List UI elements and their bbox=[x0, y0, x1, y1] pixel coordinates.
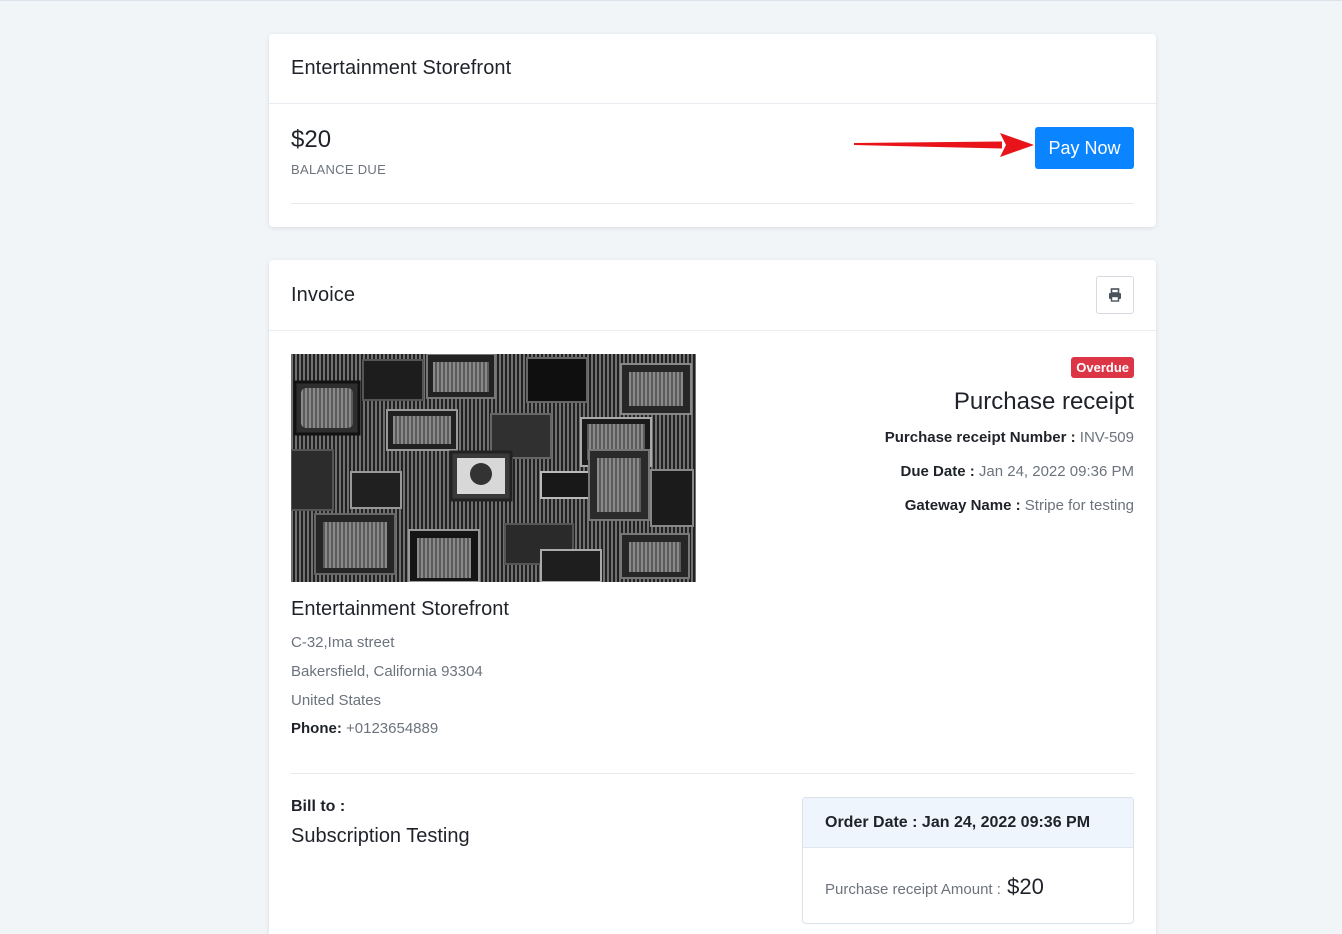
due-date-label: Due Date : bbox=[900, 463, 975, 480]
order-summary-box: Order Date : Jan 24, 2022 09:36 PM Purch… bbox=[802, 797, 1134, 924]
store-title: Entertainment Storefront bbox=[291, 57, 512, 79]
balance-card: Entertainment Storefront $20 BALANCE DUE… bbox=[269, 34, 1156, 227]
store-cover-image bbox=[291, 354, 696, 582]
receipt-title: Purchase receipt bbox=[953, 388, 1134, 415]
store-name: Entertainment Storefront bbox=[291, 598, 509, 620]
address-line-1: C-32,Ima street bbox=[291, 634, 395, 651]
printer-icon bbox=[1109, 288, 1121, 302]
overdue-status-badge: Overdue bbox=[1071, 357, 1134, 378]
pay-now-button[interactable]: Pay Now bbox=[1035, 127, 1134, 169]
gateway-label: Gateway Name : bbox=[904, 497, 1021, 514]
invoice-card: Invoice Entertainment Storefront C-32,Im… bbox=[269, 260, 1156, 934]
balance-card-header: Entertainment Storefront bbox=[269, 34, 1156, 104]
invoice-card-header: Invoice bbox=[269, 260, 1156, 331]
phone-label: Phone: bbox=[291, 720, 342, 737]
address-line-2: Bakersfield, California 93304 bbox=[291, 663, 483, 680]
annotation-arrow-icon bbox=[854, 133, 1034, 157]
print-button[interactable] bbox=[1096, 276, 1134, 314]
order-date-value: Jan 24, 2022 09:36 PM bbox=[921, 813, 1091, 831]
divider bbox=[291, 203, 1134, 204]
bill-to-name: Subscription Testing bbox=[291, 825, 470, 847]
invoice-title: Invoice bbox=[291, 283, 356, 306]
receipt-number-label: Purchase receipt Number : bbox=[884, 429, 1076, 446]
address-country: United States bbox=[291, 692, 382, 709]
receipt-number-value: INV-509 bbox=[1079, 429, 1134, 446]
balance-amount: $20 bbox=[291, 126, 332, 153]
due-date-value: Jan 24, 2022 09:36 PM bbox=[978, 463, 1134, 480]
balance-label: BALANCE DUE bbox=[291, 162, 387, 177]
order-date-label: Order Date : bbox=[825, 813, 918, 831]
gateway-value: Stripe for testing bbox=[1024, 497, 1134, 514]
order-amount-value: $20 bbox=[1007, 874, 1044, 899]
due-date-row: Due Date : Jan 24, 2022 09:36 PM bbox=[901, 463, 1134, 480]
phone-value: +0123654889 bbox=[346, 720, 439, 737]
order-amount-label: Purchase receipt Amount : bbox=[825, 881, 1001, 898]
receipt-number-row: Purchase receipt Number : INV-509 bbox=[885, 429, 1134, 446]
divider bbox=[291, 773, 1134, 774]
store-phone: Phone: +0123654889 bbox=[291, 720, 438, 737]
order-amount-row: Purchase receipt Amount : $20 bbox=[825, 874, 1044, 900]
gateway-row: Gateway Name : Stripe for testing bbox=[905, 497, 1134, 514]
bill-to-label: Bill to : bbox=[291, 798, 346, 815]
order-date-header: Order Date : Jan 24, 2022 09:36 PM bbox=[803, 798, 1133, 848]
